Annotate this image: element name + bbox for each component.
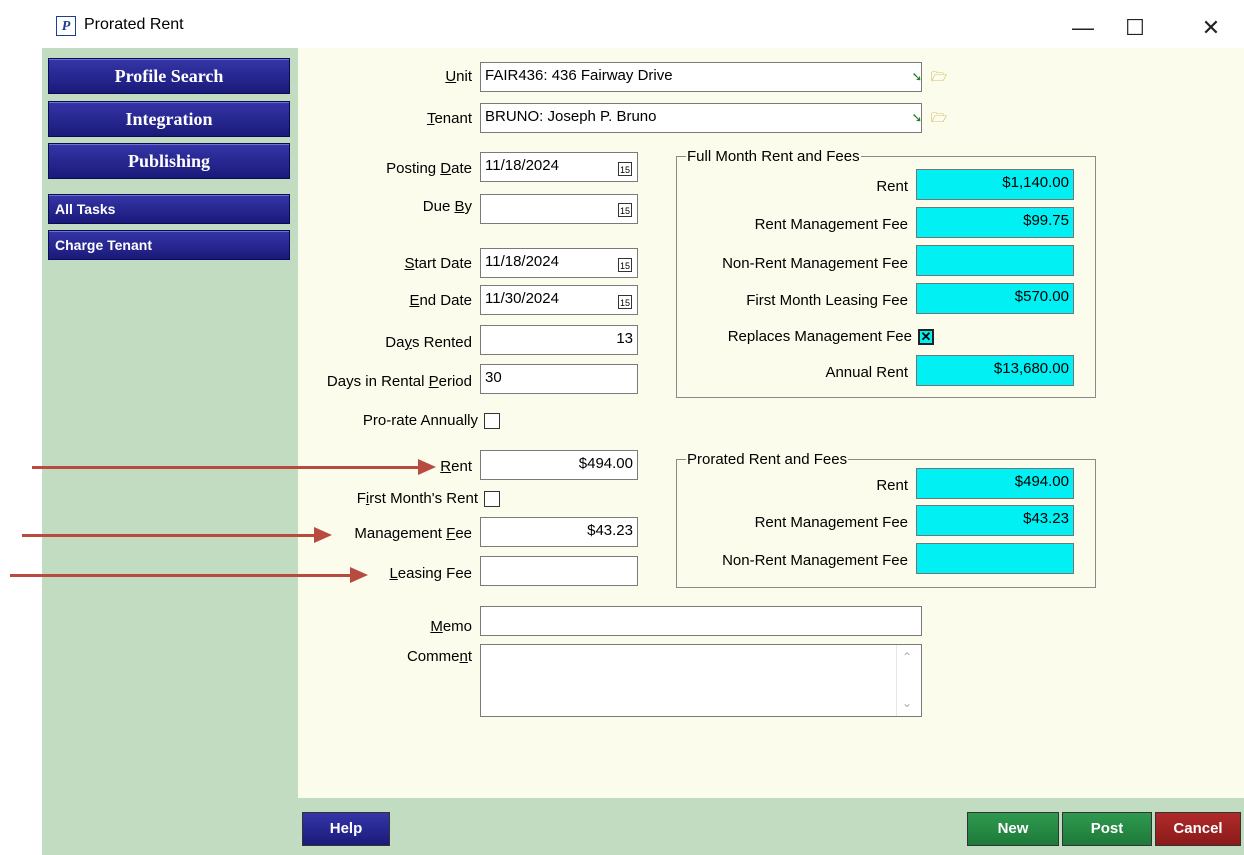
folder-icon[interactable]: 🗁 xyxy=(930,68,948,86)
annotation-arrow-shaft xyxy=(10,574,354,577)
annotation-arrow-shaft xyxy=(32,466,422,469)
new-button[interactable]: New xyxy=(967,812,1059,846)
due-by-field[interactable] xyxy=(480,194,638,224)
full-rent-management-fee-value: $99.75 xyxy=(916,207,1074,238)
close-icon[interactable]: ✕ xyxy=(1188,12,1234,44)
end-date-field[interactable]: 11/30/2024 xyxy=(480,285,638,315)
end-date-label: End Date xyxy=(409,292,472,309)
due-by-label: Due By xyxy=(422,198,472,215)
start-date-label: Start Date xyxy=(404,255,472,272)
profile-search-button[interactable]: Profile Search xyxy=(48,58,290,94)
start-date-field[interactable]: 11/18/2024 xyxy=(480,248,638,278)
days-in-rental-period-field[interactable]: 30 xyxy=(480,364,638,394)
unit-field[interactable]: FAIR436: 436 Fairway Drive xyxy=(480,62,922,92)
management-fee-field[interactable]: $43.23 xyxy=(480,517,638,547)
full-month-group-title: Full Month Rent and Fees xyxy=(686,148,861,165)
prorated-rent-label: Rent xyxy=(876,477,908,494)
calendar-icon[interactable]: 15 xyxy=(618,162,632,176)
prorated-group-title: Prorated Rent and Fees xyxy=(686,451,849,468)
first-month-leasing-fee-label: First Month Leasing Fee xyxy=(746,292,908,309)
calendar-icon[interactable]: 15 xyxy=(618,295,632,309)
maximize-icon[interactable]: ☐ xyxy=(1112,12,1158,44)
prorate-annually-checkbox[interactable] xyxy=(484,413,500,429)
calendar-icon[interactable]: 15 xyxy=(618,258,632,272)
annual-rent-label: Annual Rent xyxy=(825,364,908,381)
days-in-rental-period-label: Days in Rental Period xyxy=(326,373,472,390)
prorated-rent-management-fee-value: $43.23 xyxy=(916,505,1074,536)
replaces-management-fee-checkbox: ✕ xyxy=(918,329,934,345)
days-rented-label: Days Rented xyxy=(385,334,472,351)
window-title: Prorated Rent xyxy=(84,16,184,33)
rent-field[interactable]: $494.00 xyxy=(480,450,638,480)
tenant-label: Tenant xyxy=(426,110,472,127)
annotation-arrow-head xyxy=(418,459,436,475)
posting-date-field[interactable]: 11/18/2024 xyxy=(480,152,638,182)
first-months-rent-label: First Month's Rent xyxy=(356,490,478,507)
comment-textarea[interactable] xyxy=(480,644,922,717)
replaces-management-fee-label: Replaces Management Fee xyxy=(727,328,912,345)
charge-tenant-button[interactable]: Charge Tenant xyxy=(48,230,290,260)
prorate-annually-label: Pro-rate Annually xyxy=(362,412,478,429)
help-button[interactable]: Help xyxy=(302,812,390,846)
minimize-icon[interactable]: — xyxy=(1060,12,1106,44)
all-tasks-button[interactable]: All Tasks xyxy=(48,194,290,224)
unit-label: Unit xyxy=(445,68,472,85)
first-months-rent-checkbox[interactable] xyxy=(484,491,500,507)
integration-button[interactable]: Integration xyxy=(48,101,290,137)
publishing-button[interactable]: Publishing xyxy=(48,143,290,179)
first-month-leasing-fee-value: $570.00 xyxy=(916,283,1074,314)
comment-label: Comment xyxy=(406,648,472,665)
memo-field[interactable] xyxy=(480,606,922,636)
annotation-arrow-head xyxy=(350,567,368,583)
full-non-rent-management-fee-label: Non-Rent Management Fee xyxy=(722,255,908,272)
full-rent-management-fee-label: Rent Management Fee xyxy=(754,216,908,233)
folder-icon[interactable]: 🗁 xyxy=(930,109,948,127)
posting-date-label: Posting Date xyxy=(386,160,472,177)
post-button[interactable]: Post xyxy=(1062,812,1152,846)
cancel-button[interactable]: Cancel xyxy=(1155,812,1241,846)
prorated-non-rent-management-fee-label: Non-Rent Management Fee xyxy=(722,552,908,569)
leasing-fee-field[interactable] xyxy=(480,556,638,586)
calendar-icon[interactable]: 15 xyxy=(618,203,632,217)
full-rent-label: Rent xyxy=(876,178,908,195)
prorated-non-rent-management-fee-value xyxy=(916,543,1074,574)
annual-rent-value: $13,680.00 xyxy=(916,355,1074,386)
prorated-rent-value: $494.00 xyxy=(916,468,1074,499)
annotation-arrow-head xyxy=(314,527,332,543)
scroll-up-icon[interactable]: ⌃ xyxy=(902,650,912,664)
scroll-down-icon[interactable]: ⌄ xyxy=(902,696,912,710)
lookup-arrow-icon[interactable]: ➘ xyxy=(908,109,926,127)
annotation-arrow-shaft xyxy=(22,534,318,537)
days-rented-field[interactable]: 13 xyxy=(480,325,638,355)
management-fee-label: Management Fee xyxy=(354,525,472,542)
prorated-rent-management-fee-label: Rent Management Fee xyxy=(754,514,908,531)
full-non-rent-management-fee-value xyxy=(916,245,1074,276)
lookup-arrow-icon[interactable]: ➘ xyxy=(908,68,926,86)
app-logo-icon: P xyxy=(56,16,76,36)
tenant-field[interactable]: BRUNO: Joseph P. Bruno xyxy=(480,103,922,133)
memo-label: Memo xyxy=(430,618,472,635)
full-rent-value: $1,140.00 xyxy=(916,169,1074,200)
